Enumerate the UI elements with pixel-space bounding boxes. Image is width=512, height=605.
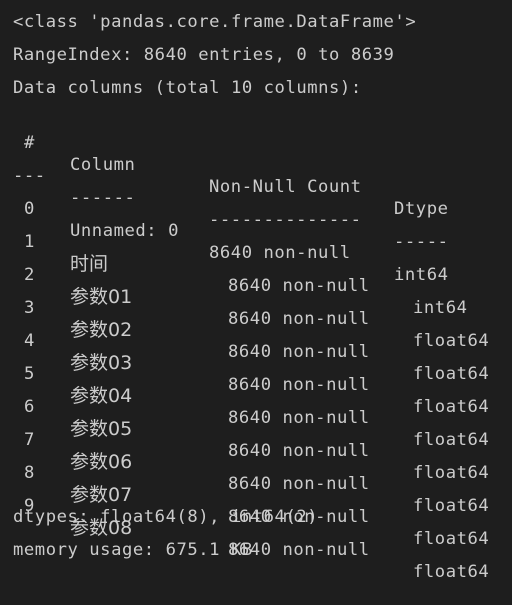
table-header: # Column Non-Null Count Dtype xyxy=(0,110,512,219)
table-row: 5 参数04 8640 non-null float64 xyxy=(0,341,512,450)
row-dtype: float64 xyxy=(413,529,490,549)
table-row: 6 参数05 8640 non-null float64 xyxy=(0,374,512,483)
table-row: 8 参数07 8640 non-null float64 xyxy=(0,440,512,549)
table-row: 2 参数01 8640 non-null float64 xyxy=(0,242,512,351)
dtypes-summary: dtypes: float64(8), int64(2) xyxy=(13,507,319,527)
range-index-line: RangeIndex: 8640 entries, 0 to 8639 xyxy=(13,45,395,65)
table-row: 3 参数02 8640 non-null float64 xyxy=(0,275,512,384)
row-dtype: float64 xyxy=(413,496,490,516)
table-separator: --- ------ -------------- ----- xyxy=(0,143,512,252)
table-row: 9 参数08 8640 non-null float64 xyxy=(0,473,512,582)
table-row: 7 参数06 8640 non-null float64 xyxy=(0,407,512,516)
table-row: 1 时间 8640 non-null int64 xyxy=(0,209,512,318)
data-columns-line: Data columns (total 10 columns): xyxy=(13,78,362,98)
cell-output: <class 'pandas.core.frame.DataFrame'> Ra… xyxy=(0,0,512,582)
memory-usage: memory usage: 675.1 KB xyxy=(13,540,253,560)
class-line: <class 'pandas.core.frame.DataFrame'> xyxy=(13,12,417,32)
row-dtype: float64 xyxy=(413,562,490,582)
table-row: 0 Unnamed: 0 8640 non-null int64 xyxy=(0,176,512,285)
table-row: 4 参数03 8640 non-null float64 xyxy=(0,308,512,417)
